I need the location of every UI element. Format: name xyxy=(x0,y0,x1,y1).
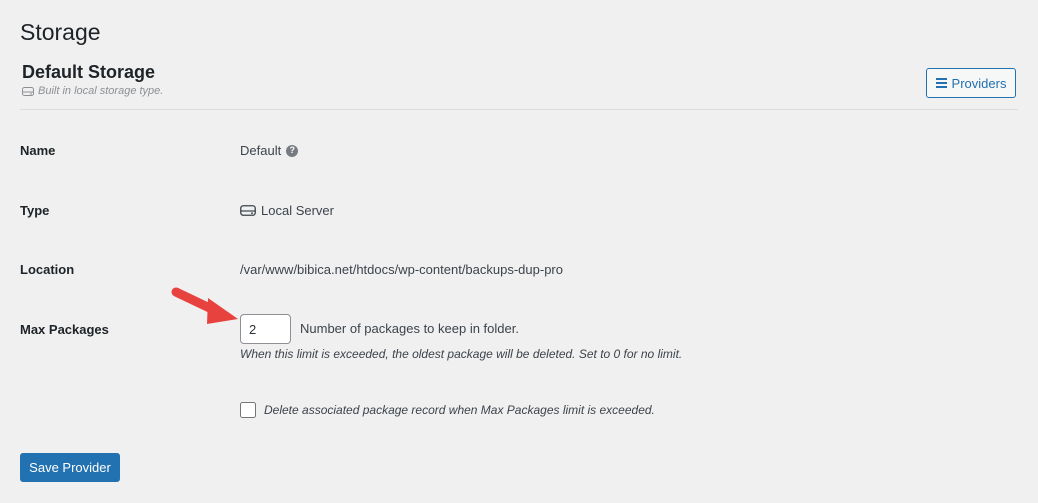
name-value: Default xyxy=(240,143,282,158)
type-label: Type xyxy=(20,203,50,218)
max-packages-note: When this limit is exceeded, the oldest … xyxy=(240,347,683,361)
page-title: Storage xyxy=(20,19,101,45)
providers-button-label: Providers xyxy=(951,75,1007,91)
location-value: /var/www/bibica.net/htdocs/wp-content/ba… xyxy=(240,262,563,277)
type-value: Local Server xyxy=(261,203,334,218)
max-packages-input[interactable] xyxy=(240,314,291,344)
annotation-arrow-icon xyxy=(171,287,238,324)
providers-button[interactable]: Providers xyxy=(926,68,1016,98)
storage-header: Default Storage Built in local storage t… xyxy=(22,60,163,97)
delete-record-label[interactable]: Delete associated package record when Ma… xyxy=(264,403,655,417)
header-divider xyxy=(20,109,1018,110)
name-value-group: Default ? xyxy=(240,143,299,158)
drive-icon xyxy=(240,205,256,216)
storage-subtitle: Built in local storage type. xyxy=(22,85,163,97)
location-label: Location xyxy=(20,262,75,277)
name-label: Name xyxy=(20,143,56,158)
save-provider-button[interactable]: Save Provider xyxy=(20,453,120,482)
list-icon xyxy=(935,78,947,88)
help-icon[interactable]: ? xyxy=(286,144,299,157)
type-value-group: Local Server xyxy=(240,203,334,218)
max-packages-label: Max Packages xyxy=(20,322,109,337)
max-packages-description: Number of packages to keep in folder. xyxy=(300,321,519,336)
storage-heading: Default Storage xyxy=(22,62,156,82)
drive-icon xyxy=(22,86,34,96)
storage-subtitle-text: Built in local storage type. xyxy=(38,85,164,97)
delete-record-checkbox[interactable] xyxy=(240,402,256,418)
